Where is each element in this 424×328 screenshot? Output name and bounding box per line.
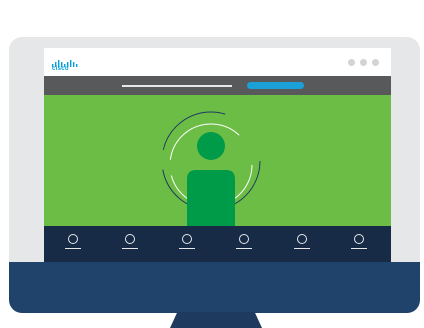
toolbar-button-6[interactable] — [351, 234, 369, 254]
app-window: cisco — [44, 48, 391, 262]
toolbar-button-2[interactable] — [122, 234, 140, 254]
underline — [294, 248, 310, 250]
join-button[interactable] — [247, 82, 304, 89]
circle-icon — [297, 234, 307, 244]
title-bar: cisco — [44, 48, 391, 76]
person-body-icon — [187, 170, 235, 226]
underline — [236, 248, 252, 250]
underline — [122, 248, 138, 250]
circle-icon — [354, 234, 364, 244]
monitor-stand — [170, 312, 262, 328]
participant-video — [161, 111, 261, 226]
toolbar-button-1[interactable] — [65, 234, 83, 254]
underline — [179, 248, 195, 250]
address-bar[interactable] — [122, 85, 232, 87]
window-dot-icon[interactable] — [348, 59, 355, 66]
circle-icon — [239, 234, 249, 244]
underline — [65, 248, 81, 250]
underline — [351, 248, 367, 250]
toolbar-button-4[interactable] — [236, 234, 254, 254]
circle-icon — [125, 234, 135, 244]
person-head-icon — [197, 132, 225, 160]
cisco-logo: cisco — [52, 56, 80, 74]
window-controls — [348, 59, 379, 66]
window-dot-icon[interactable] — [372, 59, 379, 66]
meeting-toolbar — [44, 226, 391, 262]
toolbar-button-3[interactable] — [179, 234, 197, 254]
circle-icon — [182, 234, 192, 244]
circle-icon — [68, 234, 78, 244]
video-area — [44, 95, 391, 226]
toolbar-button-5[interactable] — [294, 234, 312, 254]
window-dot-icon[interactable] — [360, 59, 367, 66]
logo-text: cisco — [52, 66, 69, 72]
monitor-chin — [9, 262, 420, 313]
nav-bar — [44, 76, 391, 95]
